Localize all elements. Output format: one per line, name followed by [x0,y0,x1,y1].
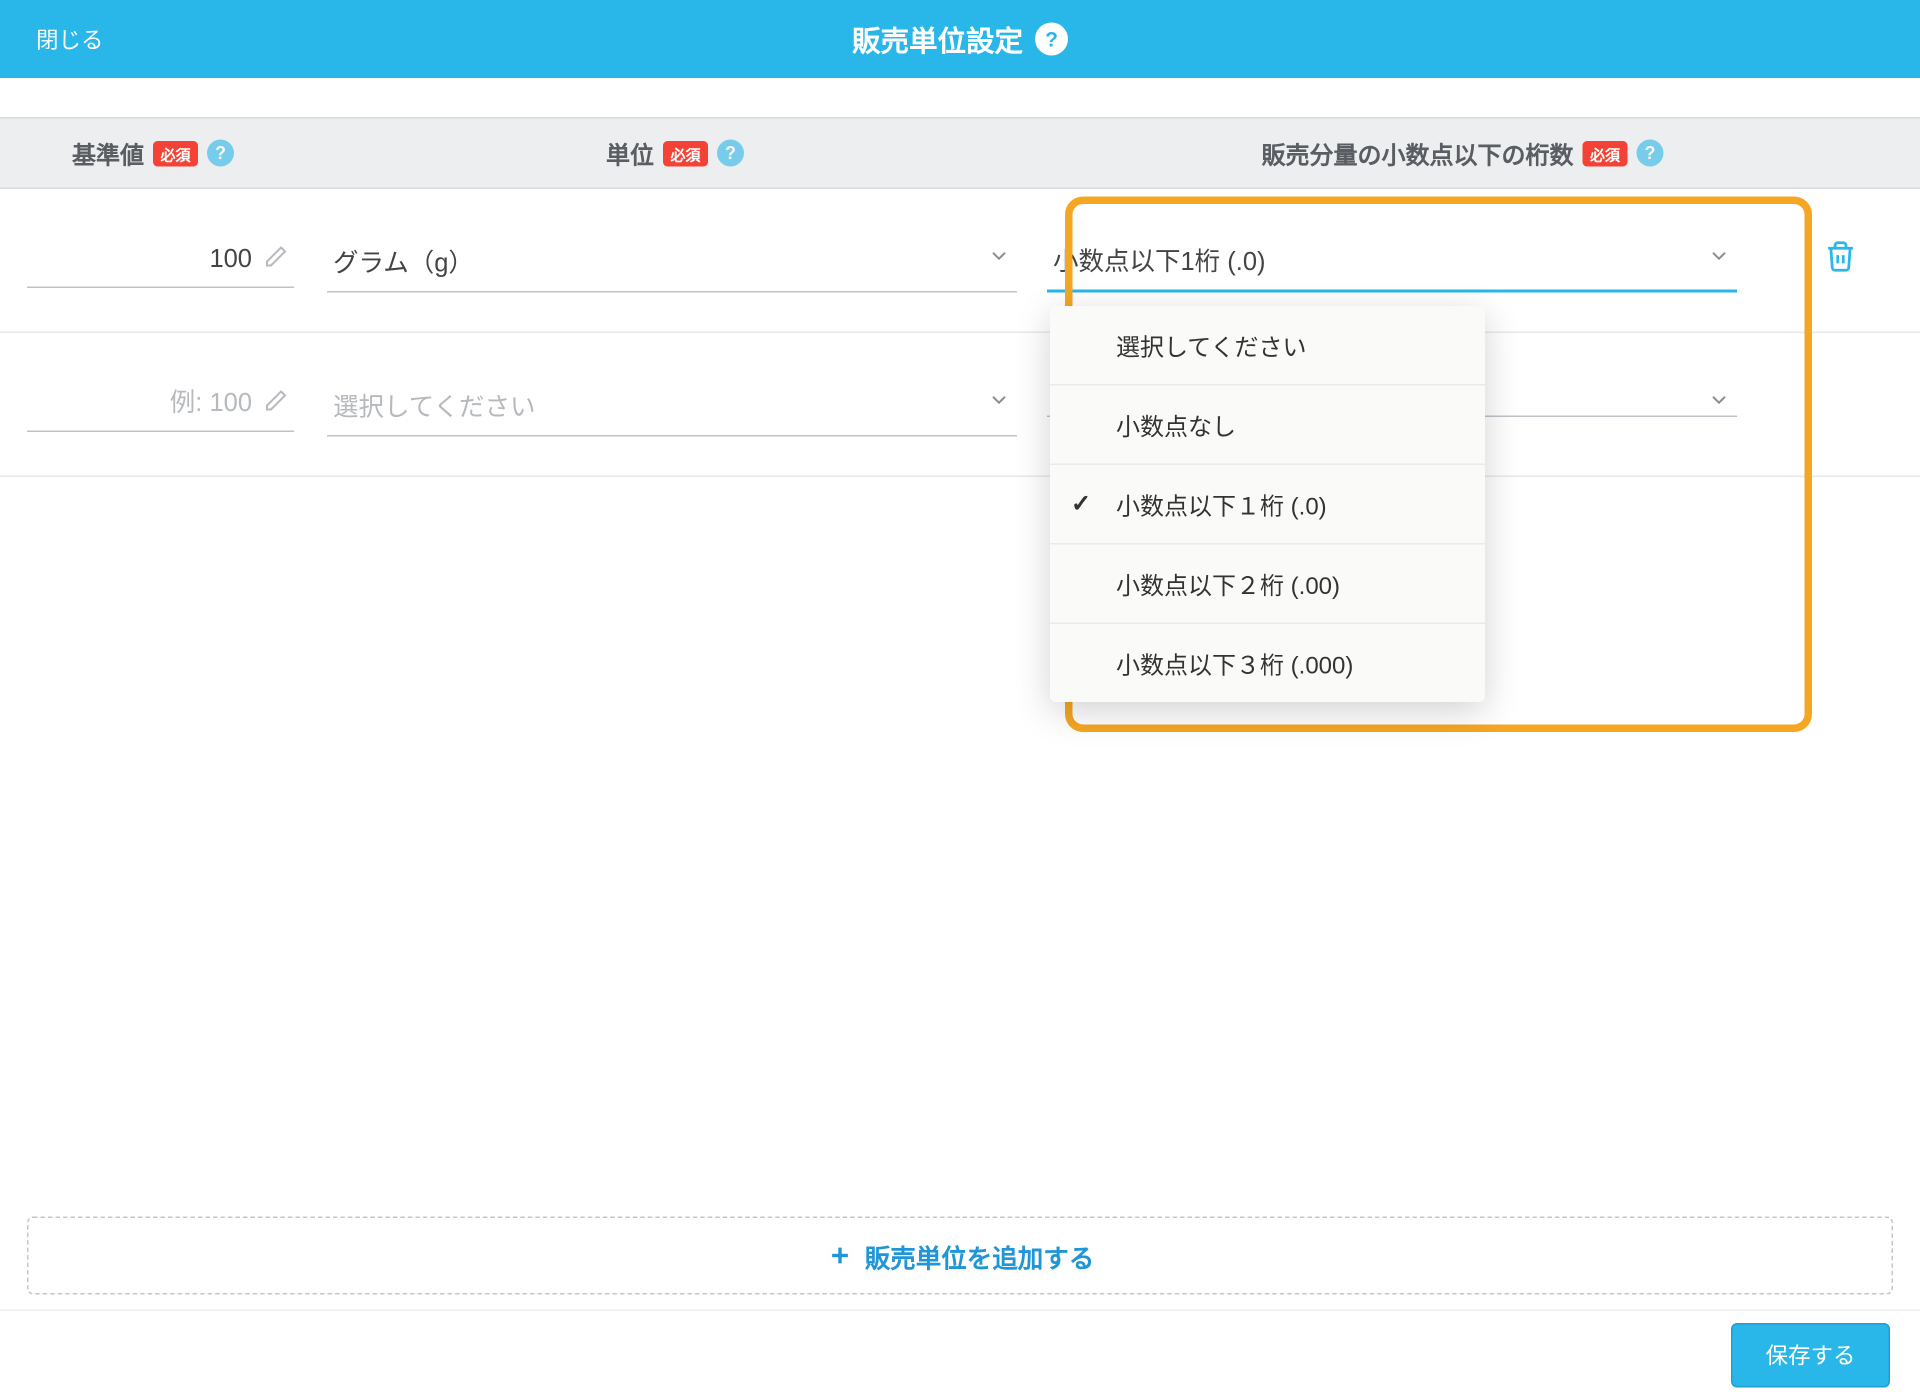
base-value-input[interactable] [27,377,294,433]
delete-row-button[interactable] [1815,231,1866,290]
unit-row: 選択してください [0,333,1920,477]
unit-select[interactable]: 選択してください [327,373,1017,436]
decimals-dropdown: 選択してください 小数点なし ✓小数点以下１桁 (.0) 小数点以下２桁 (.0… [1050,306,1485,702]
unit-select-value: グラム（g） [333,248,474,277]
add-unit-label: 販売単位を追加する [865,1237,1095,1275]
decimals-select[interactable]: 小数点以下1桁 (.0) [1047,228,1737,293]
column-label-unit: 単位 [606,135,654,171]
dropdown-option[interactable]: 小数点以下２桁 (.00) [1050,545,1485,625]
column-header-row: 基準値 必須 ? 単位 必須 ? 販売分量の小数点以下の桁数 必須 ? [0,117,1920,189]
chevron-down-icon [987,388,1011,420]
dropdown-option[interactable]: 小数点なし [1050,386,1485,466]
decimals-select-value: 小数点以下1桁 (.0) [1053,248,1266,277]
help-icon[interactable]: ? [1637,140,1664,167]
footer: 販売単位を追加する 保存する [0,1217,1920,1400]
save-bar: 保存する [0,1310,1920,1400]
base-value-input[interactable] [27,233,294,289]
app-header: 閉じる 販売単位設定 ? [0,0,1920,78]
pencil-icon [264,389,288,421]
unit-select-placeholder: 選択してください [333,392,535,421]
save-button[interactable]: 保存する [1731,1323,1890,1388]
required-badge: 必須 [663,140,708,166]
dropdown-option[interactable]: 選択してください [1050,306,1485,386]
close-button[interactable]: 閉じる [36,23,104,55]
chevron-down-icon [987,244,1011,276]
dropdown-option[interactable]: 小数点以下３桁 (.000) [1050,624,1485,702]
page-title: 販売単位設定 [852,19,1023,60]
help-icon[interactable]: ? [207,140,234,167]
plus-icon [826,1242,853,1269]
check-icon: ✓ [1071,489,1091,519]
column-label-decimals: 販売分量の小数点以下の桁数 [1261,135,1573,171]
chevron-down-icon [1707,388,1731,420]
column-label-base: 基準値 [72,135,144,171]
page-title-wrap: 販売単位設定 ? [0,19,1920,60]
unit-select[interactable]: グラム（g） [327,229,1017,292]
unit-row: グラム（g） 小数点以下1桁 (.0) 選択してください 小数点なし ✓小数点以… [0,189,1920,333]
help-icon[interactable]: ? [717,140,744,167]
required-badge: 必須 [1583,140,1628,166]
chevron-down-icon [1707,243,1731,275]
required-badge: 必須 [153,140,198,166]
pencil-icon [264,245,288,277]
dropdown-option[interactable]: ✓小数点以下１桁 (.0) [1050,465,1485,545]
add-unit-button[interactable]: 販売単位を追加する [27,1217,1893,1295]
help-icon[interactable]: ? [1035,23,1068,56]
